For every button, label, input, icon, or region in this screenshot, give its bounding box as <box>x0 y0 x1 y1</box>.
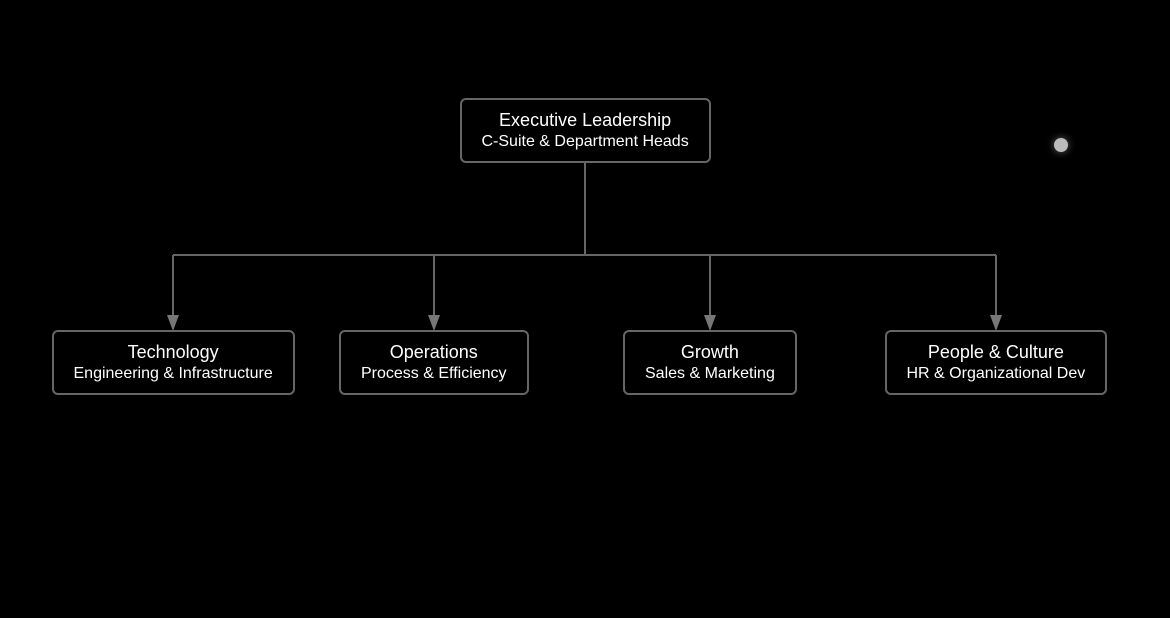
org-node-child-0[interactable]: Technology Engineering & Infrastructure <box>52 330 295 395</box>
org-node-subtitle: Sales & Marketing <box>645 365 775 383</box>
org-node-subtitle: HR & Organizational Dev <box>907 365 1086 383</box>
decorative-dot-icon <box>1054 138 1068 152</box>
org-node-title: Operations <box>361 342 507 363</box>
org-node-child-2[interactable]: Growth Sales & Marketing <box>623 330 797 395</box>
org-node-title: Growth <box>645 342 775 363</box>
org-node-title: Executive Leadership <box>482 110 689 131</box>
org-node-title: Technology <box>74 342 273 363</box>
org-node-title: People & Culture <box>907 342 1086 363</box>
org-node-root[interactable]: Executive Leadership C-Suite & Departmen… <box>460 98 711 163</box>
org-node-child-3[interactable]: People & Culture HR & Organizational Dev <box>885 330 1108 395</box>
org-node-subtitle: C-Suite & Department Heads <box>482 133 689 151</box>
org-node-subtitle: Engineering & Infrastructure <box>74 365 273 383</box>
org-node-child-1[interactable]: Operations Process & Efficiency <box>339 330 529 395</box>
org-node-subtitle: Process & Efficiency <box>361 365 507 383</box>
connector-lines <box>0 0 1170 618</box>
